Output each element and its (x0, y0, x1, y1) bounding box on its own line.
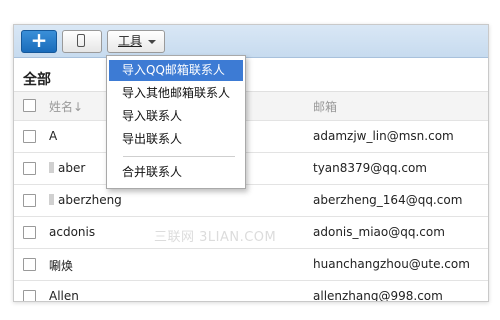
table-row[interactable]: 唰焕 huanchangzhou@ute.com (14, 249, 488, 281)
menu-item-import[interactable]: 导入联系人 (109, 106, 243, 127)
column-header-email: 邮箱 (313, 100, 338, 114)
contact-email: allenzhang@998.com (313, 289, 443, 302)
phone-icon (77, 34, 85, 47)
chevron-down-icon (148, 40, 156, 44)
contact-name[interactable]: acdonis (49, 225, 95, 239)
menu-item-import-qq[interactable]: 导入QQ邮箱联系人 (109, 60, 243, 81)
tools-dropdown-button[interactable]: 工具 (107, 30, 165, 53)
contact-email: huanchangzhou@ute.com (313, 257, 470, 271)
table-row[interactable]: Allen allenzhang@998.com (14, 281, 488, 302)
contact-name[interactable]: aber (49, 161, 85, 175)
table-row[interactable]: aberzheng aberzheng_164@qq.com (14, 185, 488, 217)
tools-label: 工具 (118, 34, 143, 48)
group-heading: 全部 (23, 72, 51, 88)
row-checkbox[interactable] (23, 194, 36, 207)
table-row[interactable]: aber tyan8379@qq.com (14, 153, 488, 185)
mobile-sync-button[interactable] (62, 30, 102, 53)
row-checkbox[interactable] (23, 258, 36, 271)
table-row[interactable]: A adamzjw_lin@msn.com (14, 121, 488, 153)
contact-name[interactable]: A (49, 129, 57, 143)
watermark: 三联网 3LIAN.COM (154, 230, 277, 245)
menu-divider (123, 156, 235, 157)
flag-icon[interactable] (49, 162, 54, 173)
tools-menu: 导入QQ邮箱联系人 导入其他邮箱联系人 导入联系人 导出联系人 合并联系人 (106, 55, 246, 189)
flag-icon[interactable] (49, 194, 54, 205)
contacts-table: 姓名↓ 邮箱 A adamzjw_lin@msn.com aber tyan83… (14, 91, 488, 302)
row-checkbox[interactable] (23, 226, 36, 239)
add-contact-button[interactable]: + (21, 30, 57, 53)
contact-email: adonis_miao@qq.com (313, 225, 445, 239)
select-all-checkbox[interactable] (23, 99, 36, 112)
row-checkbox[interactable] (23, 130, 36, 143)
menu-item-import-other[interactable]: 导入其他邮箱联系人 (109, 83, 243, 104)
table-header: 姓名↓ 邮箱 (14, 91, 488, 121)
contact-name[interactable]: aberzheng (49, 193, 122, 207)
menu-item-export[interactable]: 导出联系人 (109, 129, 243, 150)
contact-email: adamzjw_lin@msn.com (313, 129, 454, 143)
contact-name[interactable]: 唰焕 (49, 257, 73, 274)
toolbar: + 工具 (14, 25, 488, 58)
contacts-panel: + 工具 全部 姓名↓ 邮箱 A adamzjw_lin@msn.com abe… (13, 24, 489, 302)
contact-name[interactable]: Allen (49, 289, 79, 301)
contact-email: aberzheng_164@qq.com (313, 193, 463, 207)
contact-email: tyan8379@qq.com (313, 161, 427, 175)
row-checkbox[interactable] (23, 290, 36, 301)
menu-item-merge[interactable]: 合并联系人 (109, 162, 243, 183)
row-checkbox[interactable] (23, 162, 36, 175)
column-header-name[interactable]: 姓名↓ (49, 98, 83, 115)
